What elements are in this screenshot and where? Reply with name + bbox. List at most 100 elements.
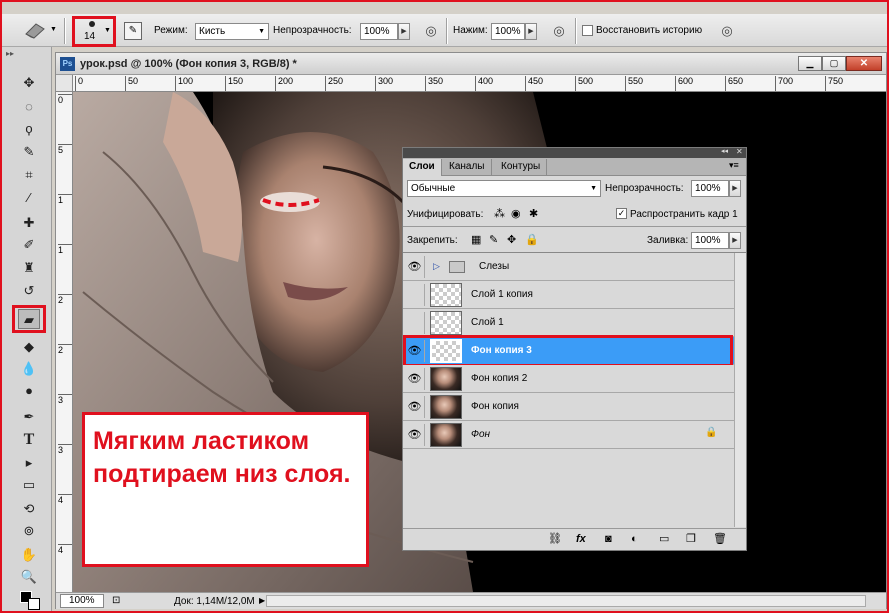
propagate-frame-label: Распространить кадр 1 — [630, 209, 738, 220]
panel-menu-icon[interactable]: ▾≡ — [729, 160, 739, 171]
dodge-tool-icon[interactable]: ● — [18, 381, 40, 401]
status-info-icon[interactable]: ⊡ — [112, 593, 120, 608]
lock-transparency-icon[interactable]: ▦ — [471, 233, 481, 247]
tab-paths[interactable]: Контуры — [495, 159, 548, 176]
new-layer-icon[interactable]: ❐ — [686, 532, 696, 546]
zoom-field[interactable]: 100% — [60, 594, 104, 608]
unify-style-icon[interactable]: ✱ — [529, 207, 538, 221]
background-color-swatch[interactable] — [28, 598, 40, 610]
layer-row-fon-kopiya[interactable]: 👁 Фон копия — [403, 393, 734, 421]
layer-row-sloy1-kopiya[interactable]: Слой 1 копия — [403, 281, 734, 309]
pen-tool-icon[interactable]: ✒ — [18, 407, 40, 427]
layers-scrollbar[interactable] — [734, 253, 746, 527]
tablet-opacity-icon[interactable]: ◎ — [422, 22, 440, 40]
panel-close-icon[interactable]: ✕ — [736, 147, 743, 156]
eraser-tool-preset-icon[interactable] — [22, 20, 48, 40]
hand-tool-icon[interactable]: ✋ — [18, 545, 40, 565]
marquee-tool-icon[interactable]: ◌ — [18, 97, 40, 117]
unify-position-icon[interactable]: ⁂ — [494, 207, 505, 221]
visibility-eye-icon[interactable]: 👁 — [405, 256, 425, 278]
fx-icon[interactable]: fx — [576, 532, 586, 546]
path-selection-tool-icon[interactable]: ▸ — [18, 453, 40, 473]
zoom-tool-icon[interactable]: 🔍 — [18, 567, 40, 587]
blur-tool-icon[interactable]: 💧 — [18, 359, 40, 379]
brush-size-picker[interactable]: 14 ▼ — [74, 17, 114, 44]
ruler-tick-label: 1 — [58, 194, 72, 205]
opacity-slider-arrow[interactable]: ▶ — [398, 23, 410, 40]
healing-brush-tool-icon[interactable]: ✚ — [18, 213, 40, 233]
unify-visibility-icon[interactable]: ◉ — [511, 207, 521, 221]
status-menu-arrow[interactable]: ▶ — [259, 593, 265, 608]
history-brush-tool-icon[interactable]: ↺ — [18, 281, 40, 301]
ruler-tick-label: 5 — [58, 144, 72, 155]
fill-arrow[interactable]: ▶ — [729, 232, 741, 249]
visibility-eye-icon[interactable]: 👁 — [405, 396, 425, 418]
visibility-eye-icon[interactable]: 👁 — [405, 424, 425, 446]
blend-mode-select[interactable]: Обычные ▼ — [407, 180, 601, 197]
vertical-ruler: 0 5 1 1 2 2 3 3 4 4 — [56, 92, 73, 592]
group-expand-arrow-icon[interactable]: ▷ — [433, 261, 440, 272]
tab-layers[interactable]: Слои — [403, 159, 442, 176]
mode-dropdown-arrow: ▼ — [258, 28, 265, 35]
link-layers-icon[interactable]: ⛓ — [548, 532, 562, 546]
visibility-eye-hidden[interactable] — [405, 312, 425, 334]
preset-dropdown-arrow[interactable]: ▼ — [50, 26, 57, 33]
close-button[interactable]: ✕ — [846, 56, 882, 71]
annotation-text: Мягким ластиком подтираем низ слоя. — [93, 427, 351, 488]
layer-opacity-input[interactable]: 100% — [691, 180, 729, 197]
unify-label: Унифицировать: — [407, 209, 484, 220]
rectangle-tool-icon[interactable]: ▭ — [18, 475, 40, 495]
type-tool-icon[interactable]: T — [18, 430, 40, 450]
lock-position-icon[interactable]: ✥ — [507, 233, 516, 247]
visibility-eye-icon[interactable]: 👁 — [405, 368, 425, 390]
minimize-button[interactable]: ▁ — [798, 56, 822, 71]
opacity-input[interactable]: 100% — [360, 23, 398, 40]
panel-collapse-icon[interactable]: ◂◂ — [721, 147, 728, 155]
ruler-tick-label: 3 — [58, 444, 72, 455]
quick-selection-tool-icon[interactable]: ✎ — [18, 142, 40, 162]
brush-dot-icon — [89, 21, 95, 27]
crop-tool-icon[interactable]: ⌗ — [18, 165, 40, 185]
new-group-icon[interactable]: ▭ — [659, 532, 669, 546]
lock-pixels-icon[interactable]: ✎ — [489, 233, 498, 247]
lock-all-icon[interactable]: 🔒 — [525, 233, 539, 247]
airbrush-icon[interactable]: ◎ — [550, 22, 568, 40]
adjustment-layer-icon[interactable]: ◐ — [631, 532, 638, 546]
layer-name: Фон копия 2 — [471, 373, 528, 384]
brush-dropdown-arrow: ▼ — [104, 27, 111, 34]
layer-name: Слой 1 копия — [471, 289, 533, 300]
lasso-tool-icon[interactable]: ϙ — [18, 119, 40, 139]
visibility-eye-hidden[interactable] — [405, 284, 425, 306]
move-tool-icon[interactable]: ✥ — [18, 73, 40, 93]
tablet-size-icon[interactable]: ◎ — [718, 22, 736, 40]
layer-row-fon-kopiya-3-selected[interactable]: 👁 Фон копия 3 — [403, 337, 734, 365]
tab-channels[interactable]: Каналы — [443, 159, 492, 176]
3d-orbit-tool-icon[interactable]: ⊚ — [18, 521, 40, 541]
paint-bucket-tool-icon[interactable]: ◆ — [18, 337, 40, 357]
pressure-slider-arrow[interactable]: ▶ — [525, 23, 537, 40]
delete-layer-icon[interactable]: 🗑 — [713, 532, 727, 546]
fill-input[interactable]: 100% — [691, 232, 729, 249]
layer-row-group-tears[interactable]: 👁 ▷ Слезы — [403, 253, 734, 281]
brush-panel-toggle-icon[interactable]: ✎ — [124, 22, 142, 40]
clone-stamp-tool-icon[interactable]: ♜ — [18, 258, 40, 278]
maximize-button[interactable]: ▢ — [822, 56, 846, 71]
propagate-frame-checkbox[interactable]: ✓ — [616, 208, 627, 219]
brush-tool-icon[interactable]: ✐ — [18, 235, 40, 255]
add-mask-icon[interactable]: ◙ — [605, 532, 612, 546]
toolbar-collapse-icon[interactable]: ▸▸ — [6, 49, 14, 58]
eyedropper-tool-icon[interactable]: ⁄ — [18, 188, 40, 208]
mode-select[interactable]: Кисть ▼ — [195, 23, 269, 40]
3d-rotate-tool-icon[interactable]: ⟲ — [18, 499, 40, 519]
eraser-tool-icon[interactable]: ▰ — [18, 309, 40, 329]
layer-row-fon[interactable]: 👁 Фон 🔒 — [403, 421, 734, 449]
ruler-tick-label: 350 — [425, 76, 443, 91]
restore-history-checkbox[interactable] — [582, 25, 593, 36]
visibility-eye-icon[interactable]: 👁 — [405, 340, 425, 362]
layers-list: 👁 ▷ Слезы Слой 1 копия Слой 1 👁 Фон копи… — [403, 252, 746, 527]
layer-row-fon-kopiya-2[interactable]: 👁 Фон копия 2 — [403, 365, 734, 393]
pressure-input[interactable]: 100% — [491, 23, 525, 40]
layer-opacity-arrow[interactable]: ▶ — [729, 180, 741, 197]
layer-row-sloy1[interactable]: Слой 1 — [403, 309, 734, 337]
horizontal-scrollbar[interactable] — [266, 595, 866, 607]
